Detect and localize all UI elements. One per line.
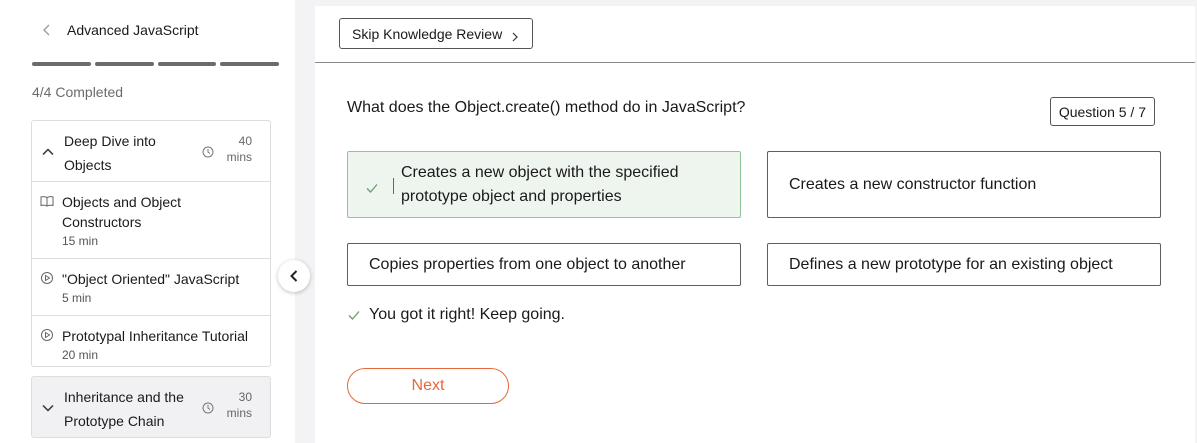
knowledge-review-panel: Skip Knowledge Review What does the Obje… xyxy=(315,6,1195,443)
option-divider xyxy=(393,178,394,194)
module-header[interactable]: Inheritance and the Prototype Chain 30 m… xyxy=(32,377,270,437)
module-duration: 40 mins xyxy=(212,133,252,165)
option-text: Creates a new object with the specified … xyxy=(401,164,679,205)
skip-label: Skip Knowledge Review xyxy=(352,25,503,42)
chevron-left-icon xyxy=(290,270,298,282)
chevron-right-icon xyxy=(510,29,520,41)
option-text: Copies properties from one object to ano… xyxy=(369,256,686,273)
chevron-up-icon[interactable] xyxy=(42,145,54,157)
book-icon xyxy=(40,194,54,208)
check-icon xyxy=(347,308,361,322)
option-text: Defines a new prototype for an existing … xyxy=(789,256,1113,273)
course-header[interactable]: Advanced JavaScript xyxy=(40,18,199,42)
duration-unit: mins xyxy=(226,150,252,164)
play-circle-icon xyxy=(40,328,54,342)
lesson-title: Prototypal Inheritance Tutorial xyxy=(62,328,248,344)
module-title: Deep Dive into Objects xyxy=(64,133,156,173)
module-title: Inheritance and the Prototype Chain xyxy=(64,389,184,429)
lesson-duration: 5 min xyxy=(62,291,92,305)
module-deep-dive-into-objects: Deep Dive into Objects 40 mins Objects a… xyxy=(31,120,271,367)
module-inheritance-prototype-chain[interactable]: Inheritance and the Prototype Chain 30 m… xyxy=(31,376,271,438)
completed-count: 4/4 Completed xyxy=(32,84,124,100)
chevron-down-icon[interactable] xyxy=(42,401,54,413)
question-text: What does the Object.create() method do … xyxy=(347,99,746,116)
module-duration: 30 mins xyxy=(212,389,252,421)
lesson-title: Objects and Object Constructors xyxy=(62,194,182,230)
progress-segment xyxy=(157,62,217,66)
feedback-text: You got it right! Keep going. xyxy=(369,306,565,323)
option-text: Creates a new constructor function xyxy=(789,176,1037,193)
course-progress-bar xyxy=(32,62,279,66)
course-title: Advanced JavaScript xyxy=(67,22,199,38)
answer-option-1[interactable]: Creates a new object with the specified … xyxy=(347,151,741,218)
duration-value: 30 xyxy=(238,390,252,404)
collapse-sidebar-button[interactable] xyxy=(278,260,310,292)
skip-knowledge-review-button[interactable]: Skip Knowledge Review xyxy=(339,18,534,49)
question-counter: Question 5 / 7 xyxy=(1049,97,1155,126)
lesson-duration: 15 min xyxy=(62,234,99,248)
review-toolbar: Skip Knowledge Review xyxy=(315,6,1195,63)
answer-option-4[interactable]: Defines a new prototype for an existing … xyxy=(767,243,1161,286)
answer-option-2[interactable]: Creates a new constructor function xyxy=(767,151,1161,218)
check-icon xyxy=(365,179,379,193)
lesson-title: "Object Oriented" JavaScript xyxy=(62,271,240,287)
play-circle-icon xyxy=(40,271,54,285)
lesson-item[interactable]: Objects and Object Constructors 15 min xyxy=(32,181,270,258)
lesson-item[interactable]: Prototypal Inheritance Tutorial 20 min xyxy=(32,315,270,372)
progress-segment xyxy=(32,62,91,66)
answer-feedback: You got it right! Keep going. xyxy=(347,306,565,324)
chevron-left-icon[interactable] xyxy=(40,23,54,37)
lesson-item[interactable]: "Object Oriented" JavaScript 5 min xyxy=(32,258,270,315)
answer-option-3[interactable]: Copies properties from one object to ano… xyxy=(347,243,741,286)
next-button[interactable]: Next xyxy=(347,368,509,404)
duration-unit: mins xyxy=(226,406,252,420)
progress-segment xyxy=(220,62,279,66)
course-sidebar: Advanced JavaScript 4/4 Completed Deep D… xyxy=(0,0,295,443)
progress-segment xyxy=(94,62,154,66)
lesson-duration: 20 min xyxy=(62,348,99,362)
duration-value: 40 xyxy=(238,134,252,148)
module-header[interactable]: Deep Dive into Objects 40 mins xyxy=(32,121,270,181)
